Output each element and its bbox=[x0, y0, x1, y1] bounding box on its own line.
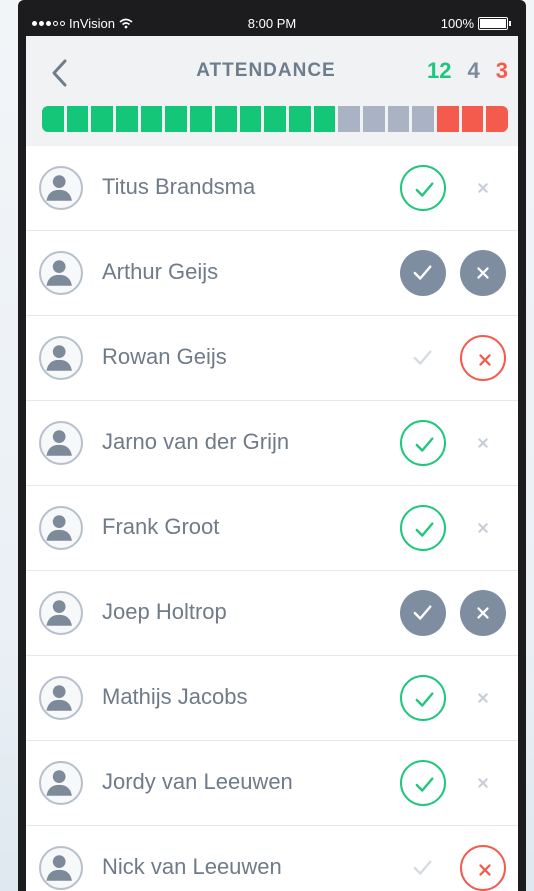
member-row: Rowan Geijs bbox=[26, 316, 518, 401]
mark-present-button[interactable] bbox=[400, 845, 446, 891]
mark-present-button[interactable] bbox=[400, 335, 446, 381]
attendance-header: ATTENDANCE 12 4 3 bbox=[26, 36, 518, 146]
user-avatar-icon bbox=[39, 591, 83, 635]
status-bar: InVision 8:00 PM 100% bbox=[26, 12, 518, 36]
battery-percent: 100% bbox=[440, 16, 474, 31]
user-avatar-icon bbox=[39, 846, 83, 890]
close-icon bbox=[460, 420, 506, 466]
close-icon bbox=[460, 675, 506, 721]
progress-segment-unknown bbox=[412, 106, 434, 132]
member-row: Mathijs Jacobs bbox=[26, 656, 518, 741]
member-name: Arthur Geijs bbox=[102, 259, 219, 284]
mark-absent-button[interactable] bbox=[460, 250, 506, 296]
progress-segment-present bbox=[165, 106, 188, 132]
user-avatar-icon bbox=[39, 336, 83, 380]
phone-frame: InVision 8:00 PM 100% ATTENDANCE 12 4 3 … bbox=[18, 0, 526, 891]
member-row: Jordy van Leeuwen bbox=[26, 741, 518, 826]
member-name: Rowan Geijs bbox=[102, 344, 227, 369]
mark-present-button[interactable] bbox=[400, 675, 446, 721]
mark-present-button[interactable] bbox=[400, 505, 446, 551]
user-avatar-icon bbox=[39, 251, 83, 295]
member-row: Titus Brandsma bbox=[26, 146, 518, 231]
check-icon bbox=[402, 167, 448, 213]
mark-present-button[interactable] bbox=[400, 590, 446, 636]
mark-absent-button[interactable] bbox=[460, 505, 506, 551]
member-name: Jordy van Leeuwen bbox=[102, 769, 293, 794]
battery-icon bbox=[478, 17, 511, 30]
mark-present-button[interactable] bbox=[400, 760, 446, 806]
check-icon bbox=[402, 422, 448, 468]
check-icon bbox=[400, 250, 446, 296]
attendance-progress-bar bbox=[42, 106, 509, 132]
user-avatar-icon bbox=[39, 761, 83, 805]
check-icon bbox=[402, 762, 448, 808]
page-title: ATTENDANCE bbox=[196, 60, 336, 81]
present-count: 12 bbox=[427, 58, 452, 83]
close-icon bbox=[460, 505, 506, 551]
mark-absent-button[interactable] bbox=[460, 845, 506, 891]
progress-segment-present bbox=[140, 106, 163, 132]
progress-segment-unknown bbox=[362, 106, 385, 132]
mark-present-button[interactable] bbox=[400, 165, 446, 211]
back-button[interactable] bbox=[48, 58, 72, 88]
close-icon bbox=[462, 337, 508, 383]
member-name: Nick van Leeuwen bbox=[102, 854, 282, 879]
user-avatar-icon bbox=[39, 506, 83, 550]
mark-absent-button[interactable] bbox=[460, 760, 506, 806]
progress-segment-absent bbox=[461, 106, 484, 132]
mark-absent-button[interactable] bbox=[460, 335, 506, 381]
member-name: Joep Holtrop bbox=[102, 599, 227, 624]
progress-segment-present bbox=[214, 106, 237, 132]
progress-segment-present bbox=[116, 106, 138, 132]
member-name: Jarno van der Grijn bbox=[102, 429, 290, 454]
progress-segment-unknown bbox=[387, 106, 410, 132]
member-row: Nick van Leeuwen bbox=[26, 826, 518, 891]
member-name: Titus Brandsma bbox=[102, 174, 256, 199]
battery-status: 100% bbox=[440, 16, 511, 31]
check-icon bbox=[400, 590, 446, 636]
progress-segment-present bbox=[239, 106, 262, 132]
user-avatar-icon bbox=[39, 166, 83, 210]
user-avatar-icon bbox=[39, 676, 83, 720]
member-name: Frank Groot bbox=[102, 514, 220, 539]
member-row: Frank Groot bbox=[26, 486, 518, 571]
progress-segment-present bbox=[42, 106, 64, 132]
check-icon bbox=[402, 677, 448, 723]
mark-absent-button[interactable] bbox=[460, 165, 506, 211]
member-row: Jarno van der Grijn bbox=[26, 401, 518, 486]
close-icon bbox=[460, 165, 506, 211]
mark-absent-button[interactable] bbox=[460, 675, 506, 721]
progress-segment-absent bbox=[486, 106, 509, 132]
close-icon bbox=[460, 250, 506, 296]
progress-segment-absent bbox=[437, 106, 459, 132]
close-icon bbox=[462, 847, 508, 891]
chevron-left-icon bbox=[52, 59, 67, 87]
progress-segment-present bbox=[190, 106, 212, 132]
member-row: Joep Holtrop bbox=[26, 571, 518, 656]
user-avatar-icon bbox=[39, 421, 83, 465]
member-name: Mathijs Jacobs bbox=[102, 684, 248, 709]
progress-segment-unknown bbox=[338, 106, 360, 132]
check-icon bbox=[402, 507, 448, 553]
mark-absent-button[interactable] bbox=[460, 590, 506, 636]
app-screen: InVision 8:00 PM 100% ATTENDANCE 12 4 3 … bbox=[26, 12, 518, 891]
check-icon bbox=[400, 845, 446, 891]
close-icon bbox=[460, 760, 506, 806]
member-list: Titus Brandsma Arthur Geijs Rowan Geijs Jar… bbox=[26, 146, 518, 891]
progress-segment-present bbox=[91, 106, 114, 132]
progress-segment-present bbox=[288, 106, 311, 132]
mark-present-button[interactable] bbox=[400, 420, 446, 466]
progress-segment-present bbox=[66, 106, 89, 132]
progress-segment-present bbox=[264, 106, 286, 132]
close-icon bbox=[460, 590, 506, 636]
unknown-count: 4 bbox=[467, 58, 480, 83]
absent-count: 3 bbox=[495, 58, 508, 83]
attendance-counts: 12 4 3 bbox=[427, 58, 508, 84]
mark-absent-button[interactable] bbox=[460, 420, 506, 466]
member-row: Arthur Geijs bbox=[26, 231, 518, 316]
check-icon bbox=[400, 335, 446, 381]
mark-present-button[interactable] bbox=[400, 250, 446, 296]
progress-segment-present bbox=[313, 106, 336, 132]
